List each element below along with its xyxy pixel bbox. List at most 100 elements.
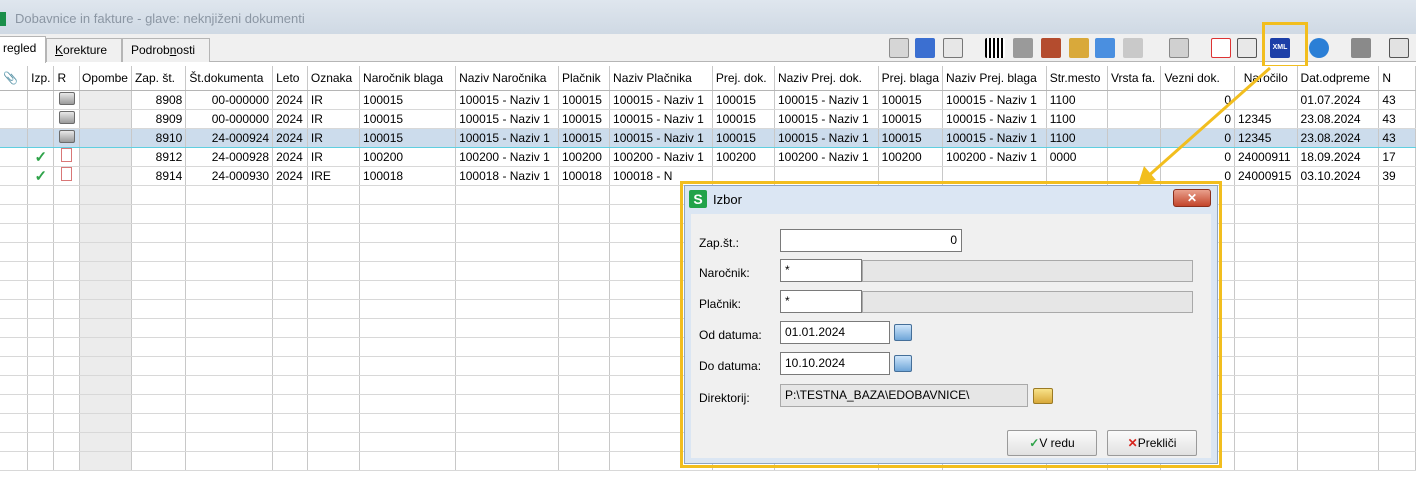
empty-cell <box>53 394 80 414</box>
prej-blaga-cell: 100015 <box>878 109 944 129</box>
column-naziv-narocnika[interactable]: Naziv Naročnika <box>455 66 559 91</box>
narocnik-label: Naročnik: <box>699 266 750 280</box>
cross-icon: ✕ <box>1127 436 1138 450</box>
column-prej-dok[interactable]: Prej. dok. <box>712 66 775 91</box>
barcode-icon[interactable] <box>985 38 1005 58</box>
column-opombe[interactable]: Opombe <box>79 66 132 91</box>
export-icon[interactable] <box>1237 38 1257 58</box>
str-mesto-cell: 1100 <box>1046 90 1108 110</box>
dat-odpreme-cell: 01.07.2024 <box>1297 90 1380 110</box>
empty-cell <box>307 280 361 300</box>
font-icon[interactable] <box>1095 38 1115 58</box>
browse-folder-icon[interactable] <box>1033 388 1053 404</box>
empty-cell <box>131 451 187 471</box>
tools-icon[interactable] <box>943 38 963 58</box>
text-size-icon[interactable] <box>1123 38 1143 58</box>
open-folder-icon[interactable] <box>1069 38 1089 58</box>
column-n[interactable]: N <box>1378 66 1416 91</box>
empty-cell <box>1234 223 1298 243</box>
column-naziv-prej-blaga[interactable]: Naziv Prej. blaga <box>942 66 1047 91</box>
column-naziv-prej-dok[interactable]: Naziv Prej. dok. <box>774 66 879 91</box>
od-datuma-input[interactable]: 01.01.2024 <box>780 321 890 344</box>
column-leto[interactable]: Leto <box>272 66 308 91</box>
printer-icon <box>58 91 75 105</box>
internet-explorer-icon[interactable] <box>1309 38 1329 58</box>
column-dat-odpreme[interactable]: Dat.odpreme <box>1297 66 1380 91</box>
empty-cell <box>131 432 187 452</box>
cancel-button-label: Prekliči <box>1137 436 1177 450</box>
do-datuma-input[interactable]: 10.10.2024 <box>780 352 890 375</box>
empty-cell <box>307 413 361 433</box>
empty-cell <box>185 185 274 205</box>
ok-button[interactable]: ✓V redu <box>1007 430 1097 456</box>
empty-cell <box>359 413 457 433</box>
calendar-icon[interactable] <box>894 355 912 372</box>
empty-cell <box>79 185 132 205</box>
column-attachment[interactable]: 📎 <box>0 66 29 91</box>
table-row[interactable]: 8908 00-000000 2024 IR 100015 100015 - Naziv … <box>0 90 1416 110</box>
column-oznaka[interactable]: Oznaka <box>307 66 361 91</box>
empty-cell <box>1234 337 1298 357</box>
naziv-narocnika-cell: 100015 - Naziv 1 <box>455 127 559 148</box>
empty-cell <box>131 204 187 224</box>
gray-square-icon[interactable] <box>1351 38 1371 58</box>
column-zap-st[interactable]: Zap. št. <box>131 66 187 91</box>
tab-podrobnosti[interactable]: Podrobnosti <box>122 38 210 62</box>
column-st-dokumenta[interactable]: Št.dokumenta <box>185 66 274 91</box>
empty-cell <box>79 451 132 471</box>
empty-cell <box>1297 185 1380 205</box>
naziv-prej-dok-cell: 100015 - Naziv 1 <box>774 90 879 110</box>
zap-st-input[interactable]: 0 <box>780 229 962 252</box>
empty-cell <box>307 185 361 205</box>
table-row[interactable]: 8909 00-000000 2024 IR 100015 100015 - Naziv … <box>0 109 1416 129</box>
empty-cell <box>455 413 559 433</box>
column-vezni-dok[interactable]: Vezni dok. <box>1160 66 1235 91</box>
column-narocnik-blaga[interactable]: Naročnik blaga <box>359 66 457 91</box>
empty-cell <box>185 318 274 338</box>
close-button[interactable]: ✕ <box>1173 189 1211 207</box>
empty-cell <box>53 261 80 281</box>
empty-cell <box>359 432 457 452</box>
refresh-icon[interactable] <box>915 38 935 58</box>
tab-korekture[interactable]: Korekture <box>46 38 122 62</box>
n-cell: 43 <box>1378 127 1416 148</box>
column-str-mesto[interactable]: Str.mesto <box>1046 66 1108 91</box>
calendar-icon[interactable] <box>894 324 912 341</box>
empty-cell <box>79 261 132 281</box>
table-row[interactable]: ✓ 8912 24-000928 2024 IR 100200 100200 - Naziv… <box>0 147 1416 167</box>
empty-cell <box>131 299 187 319</box>
pdf-icon[interactable] <box>1211 38 1231 58</box>
table-row[interactable]: 8910 24-000924 2024 IR 100015 100015 - Naziv … <box>0 127 1416 148</box>
empty-cell <box>455 223 559 243</box>
column-naziv-placnika[interactable]: Naziv Plačnika <box>609 66 713 91</box>
empty-cell <box>1378 413 1416 433</box>
window-icon[interactable] <box>1389 38 1409 58</box>
empty-cell <box>272 242 308 262</box>
empty-cell <box>1378 280 1416 300</box>
placnik-label: Plačnik: <box>699 297 742 311</box>
empty-cell <box>272 451 308 471</box>
empty-cell <box>131 413 187 433</box>
tab-pregled[interactable]: regled <box>0 36 46 63</box>
narocnik-input[interactable]: * <box>780 259 862 282</box>
document-icon[interactable] <box>1013 38 1033 58</box>
naziv-prej-blaga-cell: 100015 - Naziv 1 <box>942 109 1047 129</box>
empty-cell <box>307 204 361 224</box>
column-prej-blaga[interactable]: Prej. blaga <box>878 66 944 91</box>
truck-icon[interactable] <box>1041 38 1061 58</box>
empty-cell <box>0 451 29 471</box>
cancel-button[interactable]: ✕Prekliči <box>1107 430 1197 456</box>
tree-icon[interactable] <box>1169 38 1189 58</box>
column-placnik[interactable]: Plačnik <box>558 66 611 91</box>
empty-cell <box>1234 280 1298 300</box>
empty-cell <box>558 299 611 319</box>
column-izp[interactable]: Izp. <box>27 66 55 91</box>
document-icon <box>61 148 73 162</box>
narocnik-cell: 100015 <box>359 109 457 129</box>
column-vrsta-fa[interactable]: Vrsta fa. <box>1107 66 1162 91</box>
column-r[interactable]: R <box>53 66 80 91</box>
column-narocilo[interactable]: Naročilo <box>1234 66 1298 91</box>
preview-icon[interactable] <box>889 38 909 58</box>
placnik-input[interactable]: * <box>780 290 862 313</box>
empty-cell <box>359 280 457 300</box>
